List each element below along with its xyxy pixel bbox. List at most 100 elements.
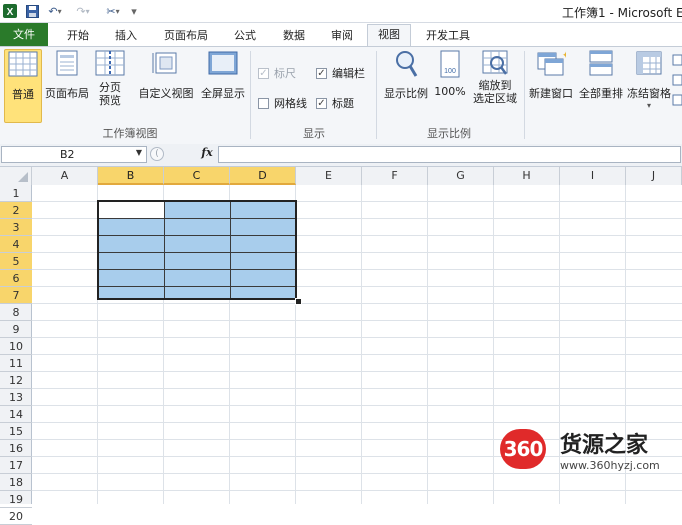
watermark: 360 货源之家 www.360hyzj.com <box>500 427 682 477</box>
custom-views-icon <box>152 52 177 74</box>
row-header-16[interactable]: 16 <box>0 440 32 457</box>
tab-view[interactable]: 视图 <box>367 24 411 47</box>
gridline-horizontal <box>32 320 682 321</box>
page-break-preview-button[interactable]: 分页 预览 <box>92 49 128 121</box>
row-header-1[interactable]: 1 <box>0 185 32 202</box>
column-header-e[interactable]: E <box>296 167 362 185</box>
row-header-6[interactable]: 6 <box>0 270 32 287</box>
selected-cell[interactable] <box>165 219 231 236</box>
column-header-j[interactable]: J <box>626 167 682 185</box>
row-header-2[interactable]: 2 <box>0 202 32 219</box>
row-header-18[interactable]: 18 <box>0 474 32 491</box>
row-header-5[interactable]: 5 <box>0 253 32 270</box>
column-header-c[interactable]: C <box>164 167 230 185</box>
column-header-h[interactable]: H <box>494 167 560 185</box>
selected-cell[interactable] <box>165 253 231 270</box>
column-header-f[interactable]: F <box>362 167 428 185</box>
excel-logo-icon[interactable]: X <box>2 3 18 19</box>
insert-function-icon[interactable]: fx <box>198 146 216 163</box>
row-header-3[interactable]: 3 <box>0 219 32 236</box>
formula-bar-check-icon: ✓ <box>316 67 327 79</box>
selected-cell[interactable] <box>99 287 165 298</box>
selected-range[interactable] <box>97 200 297 300</box>
zoom-100-button[interactable]: 100 100% <box>432 49 468 121</box>
row-header-4[interactable]: 4 <box>0 236 32 253</box>
formula-bar-checkbox[interactable]: ✓ 编辑栏 <box>316 65 365 81</box>
selected-cell[interactable] <box>231 219 295 236</box>
quick-access-menu-icon[interactable]: ▾ <box>128 3 140 19</box>
column-header-d[interactable]: D <box>230 167 296 185</box>
selected-cell[interactable] <box>99 236 165 253</box>
full-screen-button[interactable]: 全屏显示 <box>198 49 248 121</box>
headings-checkbox[interactable]: ✓ 标题 <box>316 95 354 111</box>
selected-cell[interactable] <box>231 270 295 287</box>
full-screen-label: 全屏显示 <box>201 87 245 100</box>
gridline-horizontal <box>32 490 682 491</box>
name-box-dropdown-icon[interactable]: ▼ <box>136 148 142 157</box>
row-header-15[interactable]: 15 <box>0 423 32 440</box>
active-cell[interactable] <box>99 202 165 219</box>
column-header-b[interactable]: B <box>98 167 164 185</box>
select-all-icon <box>18 172 28 182</box>
selected-cell[interactable] <box>165 236 231 253</box>
tab-developer[interactable]: 开发工具 <box>418 26 478 46</box>
gridlines-label: 网格线 <box>274 97 307 110</box>
freeze-panes-button[interactable]: 冻结窗格 ▾ <box>626 49 672 121</box>
fill-handle[interactable] <box>295 298 302 305</box>
zoom-to-selection-button[interactable]: 缩放到 选定区域 <box>470 49 520 121</box>
page-layout-view-label: 页面布局 <box>45 87 89 100</box>
page-layout-view-button[interactable]: 页面布局 <box>42 49 92 121</box>
customize-icon[interactable]: ✂ ▾ <box>102 3 124 19</box>
name-box[interactable]: B2 ▼ <box>1 146 147 163</box>
row-header-12[interactable]: 12 <box>0 372 32 389</box>
select-all-corner[interactable] <box>0 167 32 185</box>
formula-bar-separator-handle-icon[interactable]: ( <box>150 147 164 161</box>
window-more-button[interactable] <box>672 53 682 113</box>
row-header-10[interactable]: 10 <box>0 338 32 355</box>
selected-cell[interactable] <box>231 287 295 298</box>
row-header-19[interactable]: 19 <box>0 491 32 508</box>
row-header-20[interactable]: 20 <box>0 508 32 525</box>
row-header-14[interactable]: 14 <box>0 406 32 423</box>
selected-cell[interactable] <box>99 219 165 236</box>
tab-data[interactable]: 数据 <box>274 26 314 46</box>
row-header-9[interactable]: 9 <box>0 321 32 338</box>
formula-input[interactable] <box>218 146 681 163</box>
selected-cell[interactable] <box>165 287 231 298</box>
tab-file[interactable]: 文件 <box>0 23 48 46</box>
tab-page-layout[interactable]: 页面布局 <box>156 26 216 46</box>
tab-home[interactable]: 开始 <box>58 26 98 46</box>
custom-views-button[interactable]: 自定义视图 <box>136 49 196 121</box>
ruler-checkbox[interactable]: ✓ 标尺 <box>258 65 296 81</box>
column-header-a[interactable]: A <box>32 167 98 185</box>
redo-icon[interactable]: ↷ ▾ <box>72 3 94 19</box>
ribbon-separator <box>250 51 251 139</box>
selected-cell[interactable] <box>165 270 231 287</box>
selected-cell[interactable] <box>99 270 165 287</box>
selected-cell[interactable] <box>231 202 295 219</box>
selected-cell[interactable] <box>231 253 295 270</box>
zoom-button[interactable]: 显示比例 <box>382 49 430 121</box>
page-break-preview-label-2: 预览 <box>99 94 121 107</box>
save-icon[interactable] <box>24 3 40 19</box>
gridlines-checkbox[interactable]: 网格线 <box>258 95 307 111</box>
normal-view-button[interactable]: 普通 <box>4 49 42 123</box>
row-header-13[interactable]: 13 <box>0 389 32 406</box>
selected-cell[interactable] <box>165 202 231 219</box>
tab-insert[interactable]: 插入 <box>106 26 146 46</box>
row-header-7[interactable]: 7 <box>0 287 32 304</box>
row-header-11[interactable]: 11 <box>0 355 32 372</box>
selected-cell[interactable] <box>231 236 295 253</box>
column-header-i[interactable]: I <box>560 167 626 185</box>
row-header-8[interactable]: 8 <box>0 304 32 321</box>
gridline-horizontal <box>32 405 682 406</box>
new-window-button[interactable]: ✦ 新建窗口 <box>526 49 576 121</box>
selected-cell[interactable] <box>99 253 165 270</box>
undo-icon[interactable]: ↶ ▾ <box>44 3 66 19</box>
page-break-preview-label-1: 分页 <box>99 81 121 94</box>
arrange-all-button[interactable]: 全部重排 <box>576 49 626 121</box>
tab-formulas[interactable]: 公式 <box>226 26 264 46</box>
row-header-17[interactable]: 17 <box>0 457 32 474</box>
tab-review[interactable]: 审阅 <box>322 26 362 46</box>
column-header-g[interactable]: G <box>428 167 494 185</box>
